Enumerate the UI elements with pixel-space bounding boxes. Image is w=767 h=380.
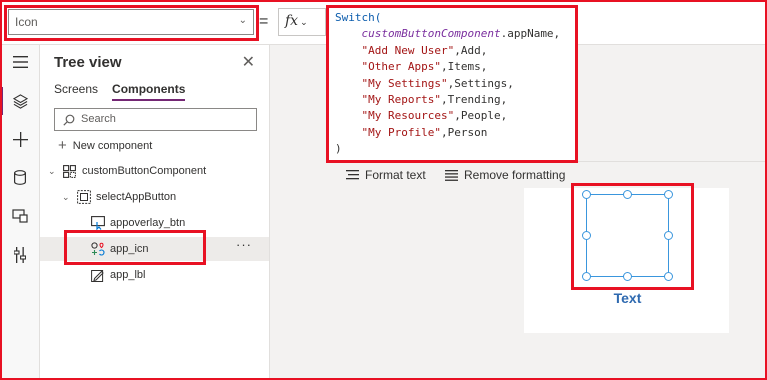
formula-token	[335, 60, 362, 73]
formula-token: ,People,	[454, 109, 508, 123]
tree-node-label: app_lbl	[110, 269, 146, 281]
formula-line: "My Settings",Settings,	[335, 76, 569, 92]
format-text-label: Format text	[365, 168, 426, 182]
formula-line: "My Resources",People,	[335, 108, 569, 124]
remove-formatting-icon	[445, 169, 458, 181]
icon-control-icon	[90, 242, 105, 257]
tree-node-label: customButtonComponent	[82, 165, 207, 177]
plus-icon[interactable]	[8, 127, 32, 151]
fx-button[interactable]: fx ⌄	[278, 8, 326, 36]
resize-handle[interactable]	[664, 272, 673, 281]
formula-token: Switch(	[335, 11, 382, 24]
formula-token	[335, 27, 362, 40]
search-placeholder: Search	[81, 113, 116, 125]
property-value: Icon	[15, 15, 38, 29]
formula-token: "My Reports"	[361, 93, 441, 107]
chevron-down-icon: ⌄	[238, 15, 247, 26]
search-icon	[63, 114, 75, 126]
format-text-button[interactable]: Format text	[346, 168, 426, 182]
fx-icon: fx	[285, 13, 299, 29]
formula-token: ,Items,	[440, 60, 488, 74]
formula-token: "My Profile"	[361, 125, 441, 139]
more-options-icon[interactable]: ···	[236, 237, 252, 252]
media-icon[interactable]	[8, 204, 32, 228]
label-edit-icon	[90, 268, 105, 283]
tree-tabs: Screens Components	[54, 82, 186, 101]
formula-token: "My Resources"	[361, 109, 455, 123]
formula-token: ,Settings,	[447, 76, 514, 90]
canvas-label-text[interactable]: Text	[586, 290, 669, 306]
formula-token: "Add New User"	[361, 43, 455, 57]
remove-formatting-button[interactable]: Remove formatting	[445, 168, 565, 182]
chevron-down-icon: ⌄	[48, 165, 56, 176]
tree-node-component[interactable]: ⌄ customButtonComponent	[48, 161, 206, 181]
formula-token: ,Trending,	[440, 93, 508, 107]
tab-screens[interactable]: Screens	[54, 82, 98, 101]
formula-line: Switch(	[335, 10, 569, 26]
tree-node-icon[interactable]: app_icn	[90, 239, 149, 259]
formula-token	[335, 109, 362, 122]
property-dropdown[interactable]: Icon ⌄	[8, 9, 254, 35]
formula-token: ,Add,	[454, 43, 488, 57]
tree-view-panel: Tree view ✕ Screens Components Search + …	[40, 45, 270, 380]
search-input[interactable]: Search	[54, 108, 257, 131]
resize-handle[interactable]	[582, 272, 591, 281]
formula-token	[335, 126, 362, 139]
formula-token: ,Person	[440, 125, 488, 139]
tree-node-label: appoverlay_btn	[110, 217, 186, 229]
component-icon	[62, 164, 77, 179]
tree-view-title: Tree view	[54, 54, 122, 71]
resize-handle[interactable]	[623, 190, 632, 199]
tab-components[interactable]: Components	[112, 82, 186, 101]
left-rail	[0, 45, 40, 380]
format-toolbar: Format text Remove formatting	[328, 161, 767, 188]
tree-node-label: app_icn	[110, 243, 149, 255]
formula-line: "Other Apps",Items,	[335, 59, 569, 75]
formula-line: "My Profile",Person	[335, 125, 569, 141]
chevron-down-icon: ⌄	[62, 191, 70, 202]
chevron-down-icon: ⌄	[300, 17, 308, 27]
resize-handle[interactable]	[623, 272, 632, 281]
selected-row-highlight	[40, 237, 269, 261]
formula-token	[335, 77, 362, 90]
formula-line: "My Reports",Trending,	[335, 92, 569, 108]
database-icon[interactable]	[8, 165, 32, 189]
formula-line: "Add New User",Add,	[335, 43, 569, 59]
formula-token: "My Settings"	[361, 76, 448, 90]
tools-icon[interactable]	[8, 243, 32, 267]
resize-handle[interactable]	[582, 190, 591, 199]
new-component-label: New component	[72, 139, 153, 152]
layers-icon[interactable]	[8, 89, 32, 113]
formula-token: )	[335, 142, 342, 156]
formula-editor[interactable]: Switch( customButtonComponent.appName, "…	[328, 6, 576, 161]
tree-node-label: selectAppButton	[96, 191, 177, 203]
group-icon	[76, 190, 91, 205]
tree-node-overlay-button[interactable]: appoverlay_btn	[90, 213, 185, 233]
tree-node-group[interactable]: ⌄ selectAppButton	[62, 187, 176, 207]
button-icon	[90, 216, 105, 231]
remove-formatting-label: Remove formatting	[464, 168, 566, 182]
resize-handle[interactable]	[664, 190, 673, 199]
formula-token: .appName,	[500, 27, 561, 41]
new-component-button[interactable]: + New component	[58, 137, 152, 154]
tree-node-label-control[interactable]: app_lbl	[90, 265, 145, 285]
close-icon[interactable]: ✕	[242, 52, 255, 72]
formula-token	[335, 44, 362, 57]
formula-line: )	[335, 141, 569, 157]
resize-handle[interactable]	[664, 231, 673, 240]
formula-token: customButtonComponent	[361, 27, 501, 41]
hamburger-icon[interactable]	[8, 50, 32, 74]
resize-handle[interactable]	[582, 231, 591, 240]
equals-sign: =	[259, 13, 269, 30]
rail-active-indicator	[0, 87, 3, 115]
formula-token	[335, 93, 362, 106]
plus-icon: +	[58, 137, 67, 154]
formula-token: "Other Apps"	[361, 60, 441, 74]
format-text-icon	[346, 170, 359, 180]
formula-line: customButtonComponent.appName,	[335, 26, 569, 42]
selected-icon-control[interactable]	[586, 194, 669, 277]
